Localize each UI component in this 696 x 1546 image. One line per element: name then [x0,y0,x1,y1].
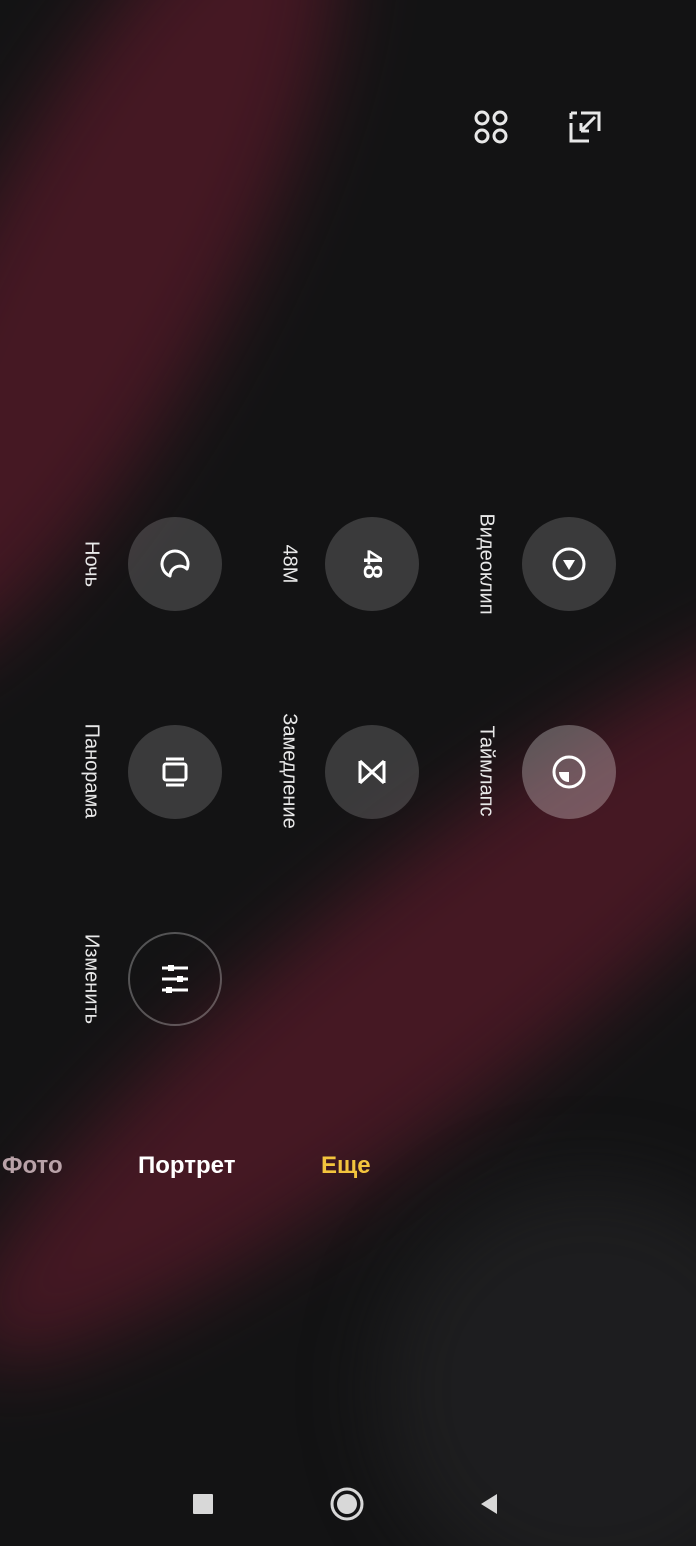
tab-more[interactable]: Еще [321,1152,371,1180]
mode-button-edit[interactable] [128,932,222,1026]
grid-icon[interactable] [471,107,511,147]
mode-label-edit: Изменить [80,933,103,1025]
mode-label-slowmo: Замедление [278,713,301,829]
circle-icon[interactable] [329,1486,365,1522]
mode-button-videoclip[interactable] [522,517,616,611]
mode-label-timelapse: Таймлапс [475,725,498,817]
moon-icon [158,547,192,581]
panorama-icon [158,755,192,789]
background-shade [380,1180,696,1546]
mode-button-48m[interactable]: 48 [325,517,419,611]
square-icon[interactable] [189,1490,217,1518]
mode-button-slowmo[interactable] [325,725,419,819]
tab-photo[interactable]: Фото [2,1152,63,1180]
tab-portrait[interactable]: Портрет [138,1152,235,1180]
48-icon: 48 [357,549,388,579]
mode-label-videoclip: Видеоклип [475,513,498,615]
slow-motion-icon [355,755,389,789]
crop-icon[interactable] [565,107,605,147]
triangle-icon[interactable] [475,1490,503,1518]
mode-button-timelapse[interactable] [522,725,616,819]
play-circle-icon [551,546,587,582]
mode-button-panorama[interactable] [128,725,222,819]
timelapse-icon [551,754,587,790]
mode-label-panorama: Панорама [80,723,103,819]
mode-label-night: Ночь [80,541,103,587]
mode-label-48m: 48M [278,544,301,584]
sliders-icon [158,962,192,996]
background-light-streak [0,0,427,729]
mode-button-night[interactable] [128,517,222,611]
